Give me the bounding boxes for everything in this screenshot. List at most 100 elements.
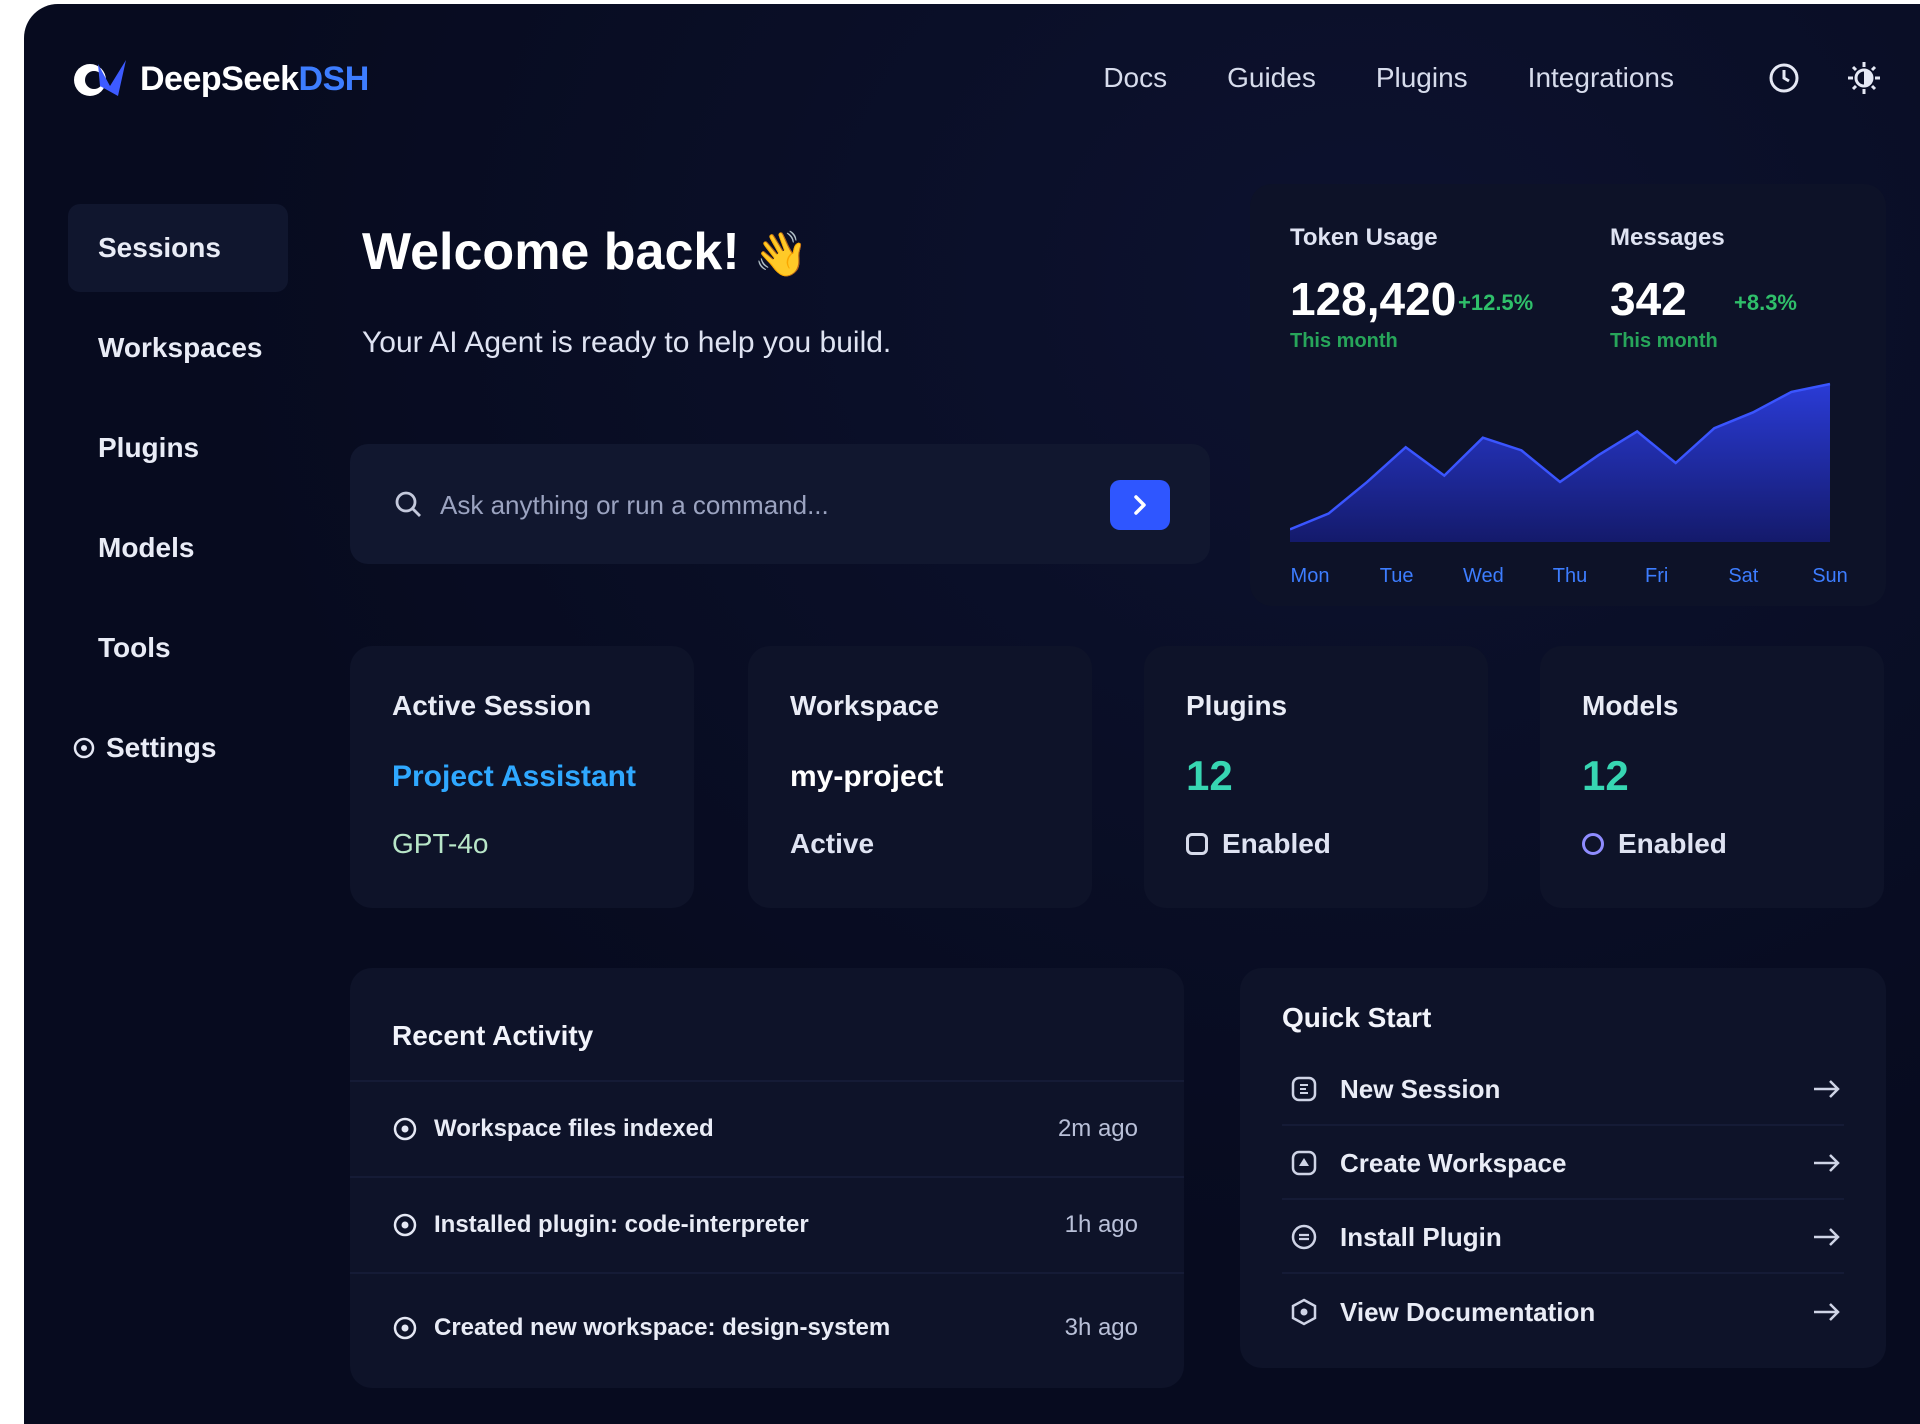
nav-docs[interactable]: Docs (1103, 62, 1167, 94)
sidebar-item-workspaces[interactable]: Workspaces (68, 304, 288, 392)
sidebar-item-label: Settings (106, 732, 217, 763)
card-title: Active Session (392, 690, 592, 721)
messages-label: Messages (1610, 224, 1725, 251)
activity-time: 1h ago (1064, 1211, 1138, 1238)
card-title: Plugins (1186, 690, 1288, 721)
arrow-right-icon (1814, 1154, 1840, 1172)
plugins-card[interactable]: Plugins 12 Enabled (1144, 646, 1488, 908)
x-tick-label: Wed (1463, 565, 1504, 587)
quick-start-panel: Quick Start New Session Create Workspace… (1240, 968, 1886, 1368)
arrow-right-icon (1814, 1228, 1840, 1246)
panel-title: Quick Start (1282, 1002, 1432, 1033)
card-title: Workspace (790, 690, 939, 721)
quick-view-docs[interactable]: View Documentation (1282, 1276, 1844, 1348)
status-label: Enabled (1618, 828, 1727, 859)
activity-text: Installed plugin: code-interpreter (434, 1211, 809, 1238)
sidebar-item-label: Sessions (98, 232, 221, 263)
sidebar-item-plugins[interactable]: Plugins (68, 404, 288, 492)
activity-row[interactable]: Created new workspace: design-system 3h … (350, 1272, 1184, 1382)
top-nav: Docs Guides Plugins Integrations (1103, 62, 1674, 94)
token-usage-period: This month (1290, 330, 1398, 352)
logo-text: DeepSeekDSH (140, 59, 369, 98)
x-tick-label: Sat (1728, 565, 1758, 587)
sidebar-item-tools[interactable]: Tools (68, 604, 288, 692)
sidebar-item-sessions[interactable]: Sessions (68, 204, 288, 292)
messages-value: 342 (1610, 273, 1687, 325)
gear-icon (73, 737, 95, 759)
nav-guides[interactable]: Guides (1227, 62, 1316, 94)
activity-row[interactable]: Installed plugin: code-interpreter 1h ag… (350, 1176, 1184, 1272)
session-name: Project Assistant (392, 760, 636, 793)
recent-activity-panel: Recent Activity Workspace files indexed … (350, 968, 1184, 1388)
activity-time: 2m ago (1057, 1115, 1138, 1142)
sidebar-item-label: Workspaces (98, 332, 263, 363)
models-card[interactable]: Models 12 Enabled (1540, 646, 1884, 908)
top-bar: DeepSeekDSH Docs Guides Plugins Integrat… (24, 4, 1920, 154)
x-tick-label: Mon (1291, 565, 1330, 587)
workspace-name: my-project (790, 760, 944, 793)
welcome-subtitle: Your AI Agent is ready to help you build… (362, 326, 892, 359)
plugins-count: 12 (1186, 752, 1233, 799)
welcome-title-text: Welcome back! (362, 223, 740, 281)
activity-dot-icon (393, 1213, 417, 1237)
sidebar-item-label: Models (98, 532, 195, 563)
quick-label: New Session (1340, 1073, 1501, 1104)
activity-text: Workspace files indexed (434, 1115, 714, 1142)
logo-icon (74, 60, 126, 96)
page-title: Welcome back! 👋 (362, 222, 808, 282)
workspace-status: Active (790, 828, 875, 859)
x-tick-label: Tue (1380, 565, 1414, 587)
panel-title: Recent Activity (392, 1020, 594, 1051)
sidebar-item-models[interactable]: Models (68, 504, 288, 592)
x-tick-label: Sun (1812, 565, 1848, 587)
sidebar-item-label: Plugins (98, 432, 200, 463)
token-usage-delta: +12.5% (1458, 290, 1534, 315)
wave-icon: 👋 (753, 230, 809, 279)
model-name: GPT-4o (392, 828, 489, 859)
chevron-right-icon (1134, 495, 1146, 515)
activity-dot-icon (393, 1117, 417, 1141)
app-window: DeepSeekDSH Docs Guides Plugins Integrat… (24, 4, 1920, 1424)
activity-row[interactable]: Workspace files indexed 2m ago (350, 1080, 1184, 1176)
active-session-card[interactable]: Active Session Project Assistant GPT-4o (350, 646, 694, 908)
activity-time: 3h ago (1064, 1314, 1138, 1341)
x-tick-label: Thu (1553, 565, 1587, 587)
quick-label: Create Workspace (1340, 1147, 1567, 1178)
nav-integrations[interactable]: Integrations (1528, 62, 1674, 94)
docs-icon (1291, 1298, 1317, 1326)
activity-dot-icon (393, 1316, 417, 1340)
clock-icon[interactable] (1766, 60, 1802, 96)
plugin-icon (1291, 1224, 1317, 1250)
workspace-icon (1291, 1150, 1317, 1176)
nav-plugins[interactable]: Plugins (1376, 62, 1468, 94)
command-bar (350, 444, 1210, 564)
sidebar: Sessions Workspaces Plugins Models Tools… (68, 204, 288, 804)
session-icon (1291, 1076, 1317, 1102)
command-input[interactable] (438, 480, 1082, 530)
token-usage-value: 128,420 (1290, 273, 1457, 325)
quick-create-workspace[interactable]: Create Workspace (1282, 1128, 1844, 1200)
token-usage-label: Token Usage (1290, 224, 1438, 251)
quick-install-plugin[interactable]: Install Plugin (1282, 1202, 1844, 1274)
messages-period: This month (1610, 330, 1718, 352)
arrow-right-icon (1814, 1080, 1840, 1098)
logo[interactable]: DeepSeekDSH (70, 56, 369, 102)
x-tick-label: Fri (1645, 565, 1668, 587)
quick-new-session[interactable]: New Session (1282, 1054, 1844, 1126)
theme-toggle-icon[interactable] (1846, 60, 1882, 96)
search-icon (395, 491, 421, 517)
usage-chart: Mon Tue Wed Thu Fri Sat Sun (1290, 382, 1848, 587)
quick-label: View Documentation (1340, 1296, 1596, 1327)
status-ring-icon (1582, 833, 1604, 855)
activity-text: Created new workspace: design-system (434, 1314, 891, 1341)
checkbox-icon (1186, 833, 1208, 855)
models-count: 12 (1582, 752, 1629, 799)
sidebar-item-settings[interactable]: Settings (68, 704, 288, 792)
models-status: Enabled (1582, 828, 1727, 860)
chart-area (1290, 384, 1830, 542)
workspace-card[interactable]: Workspace my-project Active (748, 646, 1092, 908)
submit-button[interactable] (1110, 480, 1170, 530)
messages-delta: +8.3% (1734, 290, 1797, 315)
sidebar-item-label: Tools (98, 632, 171, 663)
card-title: Models (1582, 690, 1679, 721)
